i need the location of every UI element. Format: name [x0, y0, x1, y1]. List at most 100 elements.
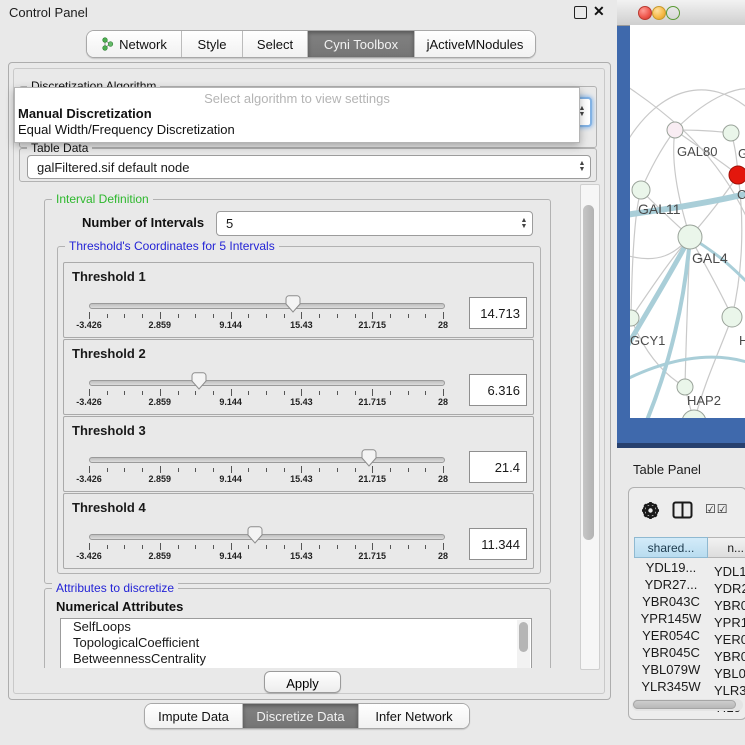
tick-label: 28 [438, 551, 448, 561]
minimize-traffic-light[interactable] [652, 6, 666, 20]
network-node-label: GCY1 [630, 333, 665, 348]
tick-label: 15.43 [290, 320, 313, 330]
network-window-titlebar [617, 0, 745, 26]
table-data-group: Table Data galFiltered.sif default node … [19, 148, 597, 182]
interval-definition-title: Interval Definition [52, 192, 153, 206]
numerical-attributes-label: Numerical Attributes [56, 599, 183, 614]
settings-scroll-area: Interval Definition Number of Intervals … [20, 184, 581, 668]
network-canvas[interactable]: GAL80GCGAL11GAL4GCY1HHAP2 [630, 25, 745, 418]
cell-shared-name: YDR27... [634, 576, 708, 593]
cell-name: YBL0 [708, 665, 745, 678]
tick-label: 21.715 [358, 320, 386, 330]
network-edge[interactable] [641, 130, 675, 190]
tick-label: -3.426 [76, 551, 102, 561]
slider-track[interactable] [89, 380, 445, 386]
attribute-list-item[interactable]: TopologicalCoefficient [61, 635, 531, 651]
network-node-label: GAL4 [692, 250, 728, 266]
slider-ticks [89, 312, 443, 320]
threshold-value-field[interactable]: 21.4 [469, 451, 527, 483]
float-window-icon[interactable] [574, 6, 587, 19]
gear-icon[interactable] [641, 501, 660, 520]
network-node-red[interactable] [729, 166, 745, 184]
slider-track[interactable] [89, 457, 445, 463]
bottom-tab-infer-network[interactable]: Infer Network [358, 704, 469, 728]
table-panel-box: ☑☑ shared... n... YDL19...YDL1YDR27...YD… [628, 487, 745, 720]
attribute-list-item[interactable]: BetweennessCentrality [61, 651, 531, 667]
threshold-value-field[interactable]: 6.316 [469, 374, 527, 406]
num-intervals-combobox[interactable]: 5 ▲▼ [216, 211, 533, 236]
settings-vertical-scrollbar[interactable] [580, 184, 600, 670]
network-edge[interactable] [630, 357, 745, 380]
tick-label: 15.43 [290, 474, 313, 484]
tab-jactivemnodules[interactable]: jActiveMNodules [414, 31, 535, 57]
apply-button[interactable]: Apply [264, 671, 341, 693]
close-icon[interactable]: ✕ [593, 3, 605, 20]
tab-style[interactable]: Style [181, 31, 242, 57]
split-column-icon[interactable] [672, 501, 693, 519]
bottom-tab-discretize-data[interactable]: Discretize Data [242, 704, 358, 728]
table-horizontal-scrollbar[interactable] [632, 699, 743, 711]
combobox-stepper-icon: ▲▼ [516, 218, 532, 230]
tick-label: 9.144 [219, 397, 242, 407]
network-node-label: C [737, 187, 745, 202]
column-header-shared-name[interactable]: shared... [634, 537, 708, 558]
zoom-traffic-light[interactable] [666, 6, 680, 20]
cell-name: YLR3 [708, 682, 745, 695]
tick-label: 15.43 [290, 551, 313, 561]
tick-label: 9.144 [219, 474, 242, 484]
table-row[interactable]: YDR27...YDR2 [634, 576, 745, 593]
slider-thumb[interactable] [361, 449, 377, 467]
dropdown-option-1[interactable]: Manual Discretization [18, 106, 152, 121]
slider-track[interactable] [89, 534, 445, 540]
slider-ticks [89, 466, 443, 474]
tick-label: -3.426 [76, 474, 102, 484]
tab-cyni-toolbox[interactable]: Cyni Toolbox [307, 31, 414, 57]
network-node-green[interactable] [682, 410, 706, 418]
slider-track[interactable] [89, 303, 445, 309]
slider-thumb[interactable] [191, 372, 207, 390]
attributes-scrollbar[interactable] [517, 620, 530, 668]
threshold-panel-1: Threshold 1-3.4262.8599.14415.4321.71528… [63, 262, 534, 338]
table-row[interactable]: YDL19...YDL1 [634, 559, 745, 576]
close-traffic-light[interactable] [638, 6, 652, 20]
threshold-value-field[interactable]: 11.344 [469, 528, 527, 560]
table-row[interactable]: YER054CYER0 [634, 627, 745, 644]
cell-shared-name: YDL19... [634, 559, 708, 576]
tick-label: -3.426 [76, 397, 102, 407]
bottom-tab-bar: Impute DataDiscretize DataInfer Network [144, 703, 470, 729]
column-header-name[interactable]: n... [708, 537, 745, 558]
table-row[interactable]: YPR145WYPR1 [634, 610, 745, 627]
slider-thumb[interactable] [247, 526, 263, 544]
table-row[interactable]: YBL079WYBL0 [634, 661, 745, 678]
network-node-green[interactable] [723, 125, 739, 141]
table-row[interactable]: YBR043CYBR0 [634, 593, 745, 610]
num-intervals-value: 5 [217, 216, 516, 231]
cell-shared-name: YBL079W [634, 661, 708, 678]
numerical-attributes-list[interactable]: SelfLoopsTopologicalCoefficientBetweenne… [60, 618, 532, 668]
bottom-tab-impute-data[interactable]: Impute Data [145, 704, 242, 728]
threshold-panel-4: Threshold 4-3.4262.8599.14415.4321.71528… [63, 493, 534, 569]
tab-network[interactable]: Network [87, 31, 181, 57]
network-node-label: GAL80 [677, 144, 717, 159]
network-node-pink[interactable] [667, 122, 683, 138]
dropdown-option-2[interactable]: Equal Width/Frequency Discretization [18, 122, 235, 137]
table-data-combobox[interactable]: galFiltered.sif default node ▲▼ [27, 155, 591, 179]
tick-label: 2.859 [149, 474, 172, 484]
network-node-green[interactable] [678, 225, 702, 249]
table-row[interactable]: YLR345WYLR3 [634, 678, 745, 695]
checkbox-icons[interactable]: ☑☑ [705, 502, 729, 516]
dropdown-placeholder: Select algorithm to view settings [15, 91, 579, 106]
network-node-green[interactable] [632, 181, 650, 199]
tick-label: 2.859 [149, 551, 172, 561]
tab-select[interactable]: Select [242, 31, 307, 57]
slider-thumb[interactable] [285, 295, 301, 313]
threshold-value-field[interactable]: 14.713 [469, 297, 527, 329]
tick-label: 15.43 [290, 397, 313, 407]
network-edge[interactable] [675, 89, 745, 130]
combobox-stepper-icon: ▲▼ [574, 161, 590, 173]
table-row[interactable]: YBR045CYBR0 [634, 644, 745, 661]
network-node-label: GAL11 [638, 201, 681, 217]
network-node-green[interactable] [722, 307, 742, 327]
attribute-list-item[interactable]: SelfLoops [61, 619, 531, 635]
cell-shared-name: YBR045C [634, 644, 708, 661]
